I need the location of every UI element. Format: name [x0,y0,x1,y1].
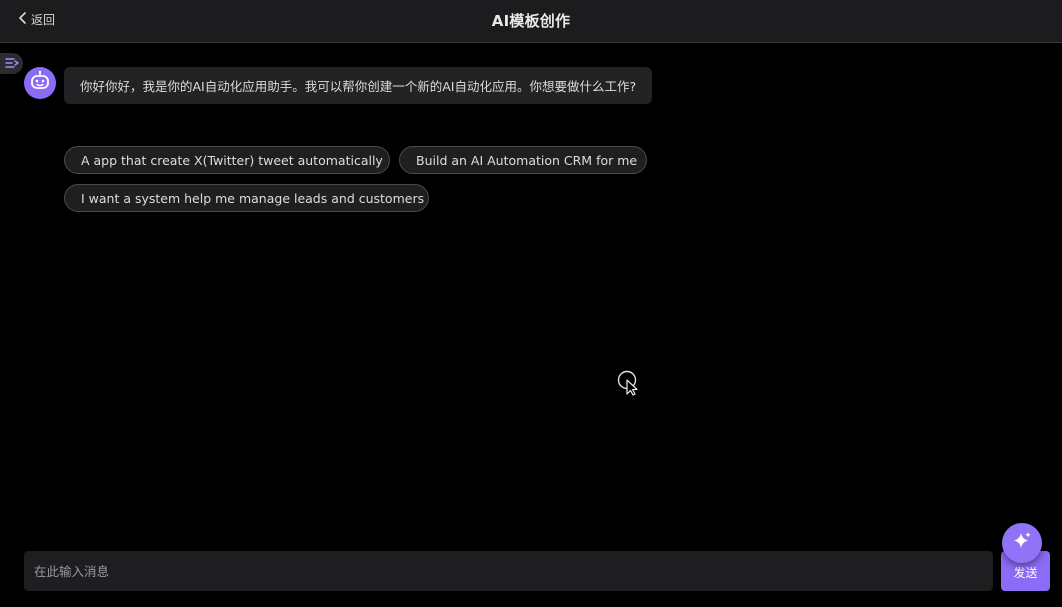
header-bar: 返回 AI模板创作 [0,0,1062,43]
ai-template-creation-page: 返回 AI模板创作 你好你好，我是你的AI自动化应用助手。我可以帮你创建一个新的… [0,0,1062,607]
sparkle-icon [1011,530,1033,556]
suggestion-chip[interactable]: A app that create X(Twitter) tweet autom… [64,146,390,174]
suggestion-chip[interactable]: Build an AI Automation CRM for me [399,146,647,174]
page-title: AI模板创作 [491,12,571,30]
suggestion-chip[interactable]: I want a system help me manage leads and… [64,184,429,212]
mouse-cursor-icon [617,370,641,396]
bot-avatar [24,67,56,99]
ai-assist-button[interactable] [1002,523,1042,563]
message-input[interactable] [24,551,993,591]
robot-icon [29,70,51,96]
sidebar-toggle-button[interactable] [0,53,23,74]
assistant-message: 你好你好，我是你的AI自动化应用助手。我可以帮你创建一个新的AI自动化应用。你想… [64,67,653,104]
message-input-container [24,551,993,591]
sidebar-toggle-icon [4,54,19,73]
